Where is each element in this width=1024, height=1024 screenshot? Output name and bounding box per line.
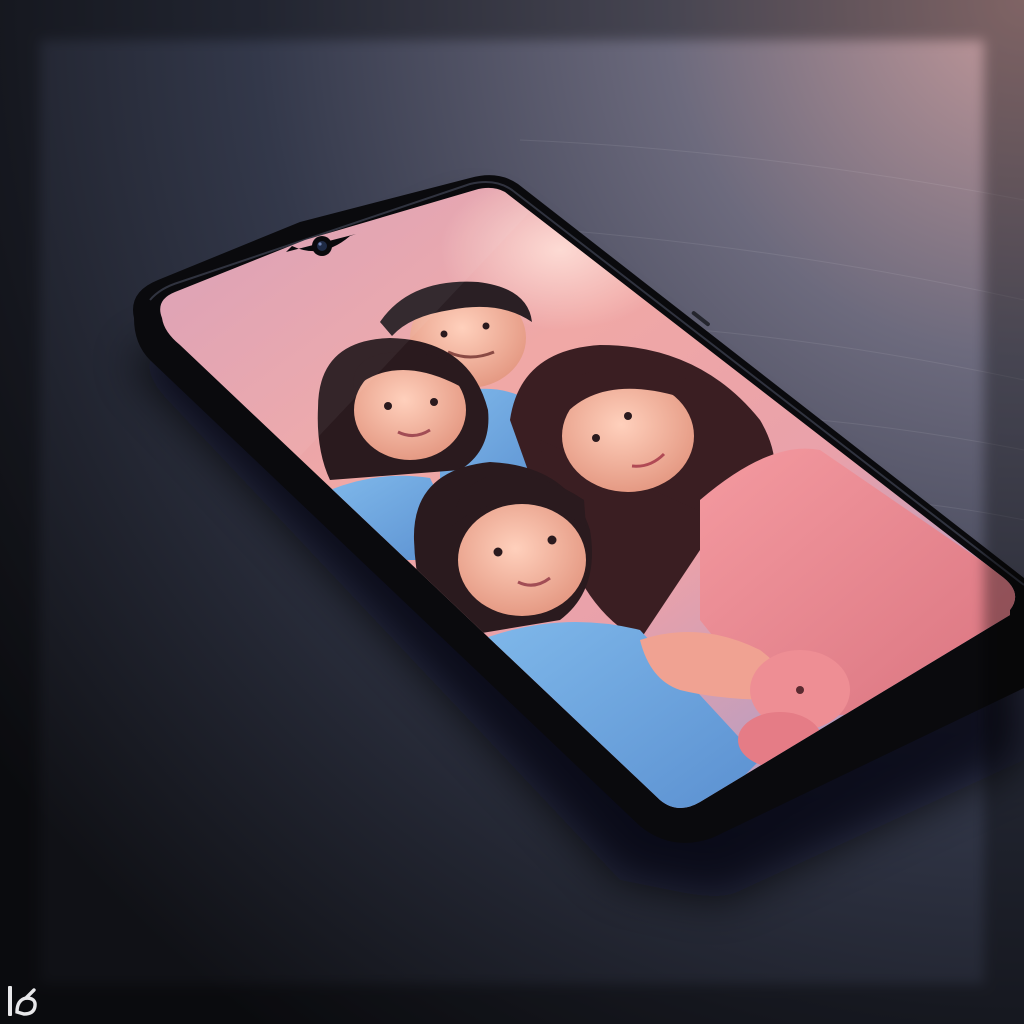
generator-logo-icon (8, 986, 37, 1016)
scene (0, 0, 1024, 1024)
